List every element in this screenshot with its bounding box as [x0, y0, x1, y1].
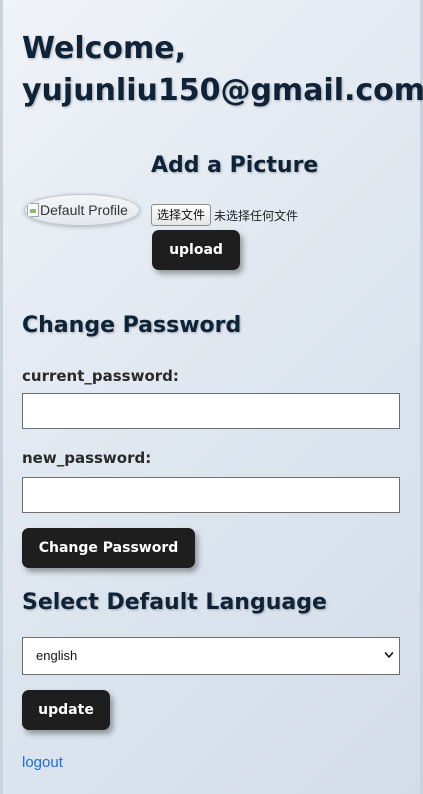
change-password-button[interactable]: Change Password [22, 528, 195, 568]
add-picture-title: Add a Picture [151, 153, 319, 178]
profile-picture-alt-text: Default Profile [40, 202, 128, 218]
file-input: 选择文件 未选择任何文件 [151, 204, 298, 226]
current-password-input[interactable] [22, 393, 400, 429]
new-password-input[interactable] [22, 477, 400, 513]
choose-file-button[interactable]: 选择文件 [151, 204, 212, 226]
current-password-label: current_password: [22, 367, 179, 385]
new-password-label: new_password: [22, 449, 152, 467]
language-select-value: english [36, 648, 78, 663]
language-select[interactable]: english [22, 637, 400, 675]
logout-link[interactable]: logout [22, 754, 63, 771]
file-status-text: 未选择任何文件 [214, 208, 299, 223]
change-password-title: Change Password [22, 313, 242, 338]
update-language-button[interactable]: update [22, 690, 110, 730]
broken-image-icon [27, 203, 39, 217]
profile-picture: Default Profile [24, 194, 140, 226]
welcome-email: yujunliu150@gmail.com! [22, 73, 423, 108]
welcome-greeting: Welcome, [22, 31, 187, 66]
chevron-down-icon [384, 652, 394, 658]
page-left-border [0, 0, 3, 794]
select-language-title: Select Default Language [22, 590, 327, 615]
welcome-heading: Welcome, yujunliu150@gmail.com! [22, 28, 423, 112]
upload-button[interactable]: upload [152, 230, 240, 270]
